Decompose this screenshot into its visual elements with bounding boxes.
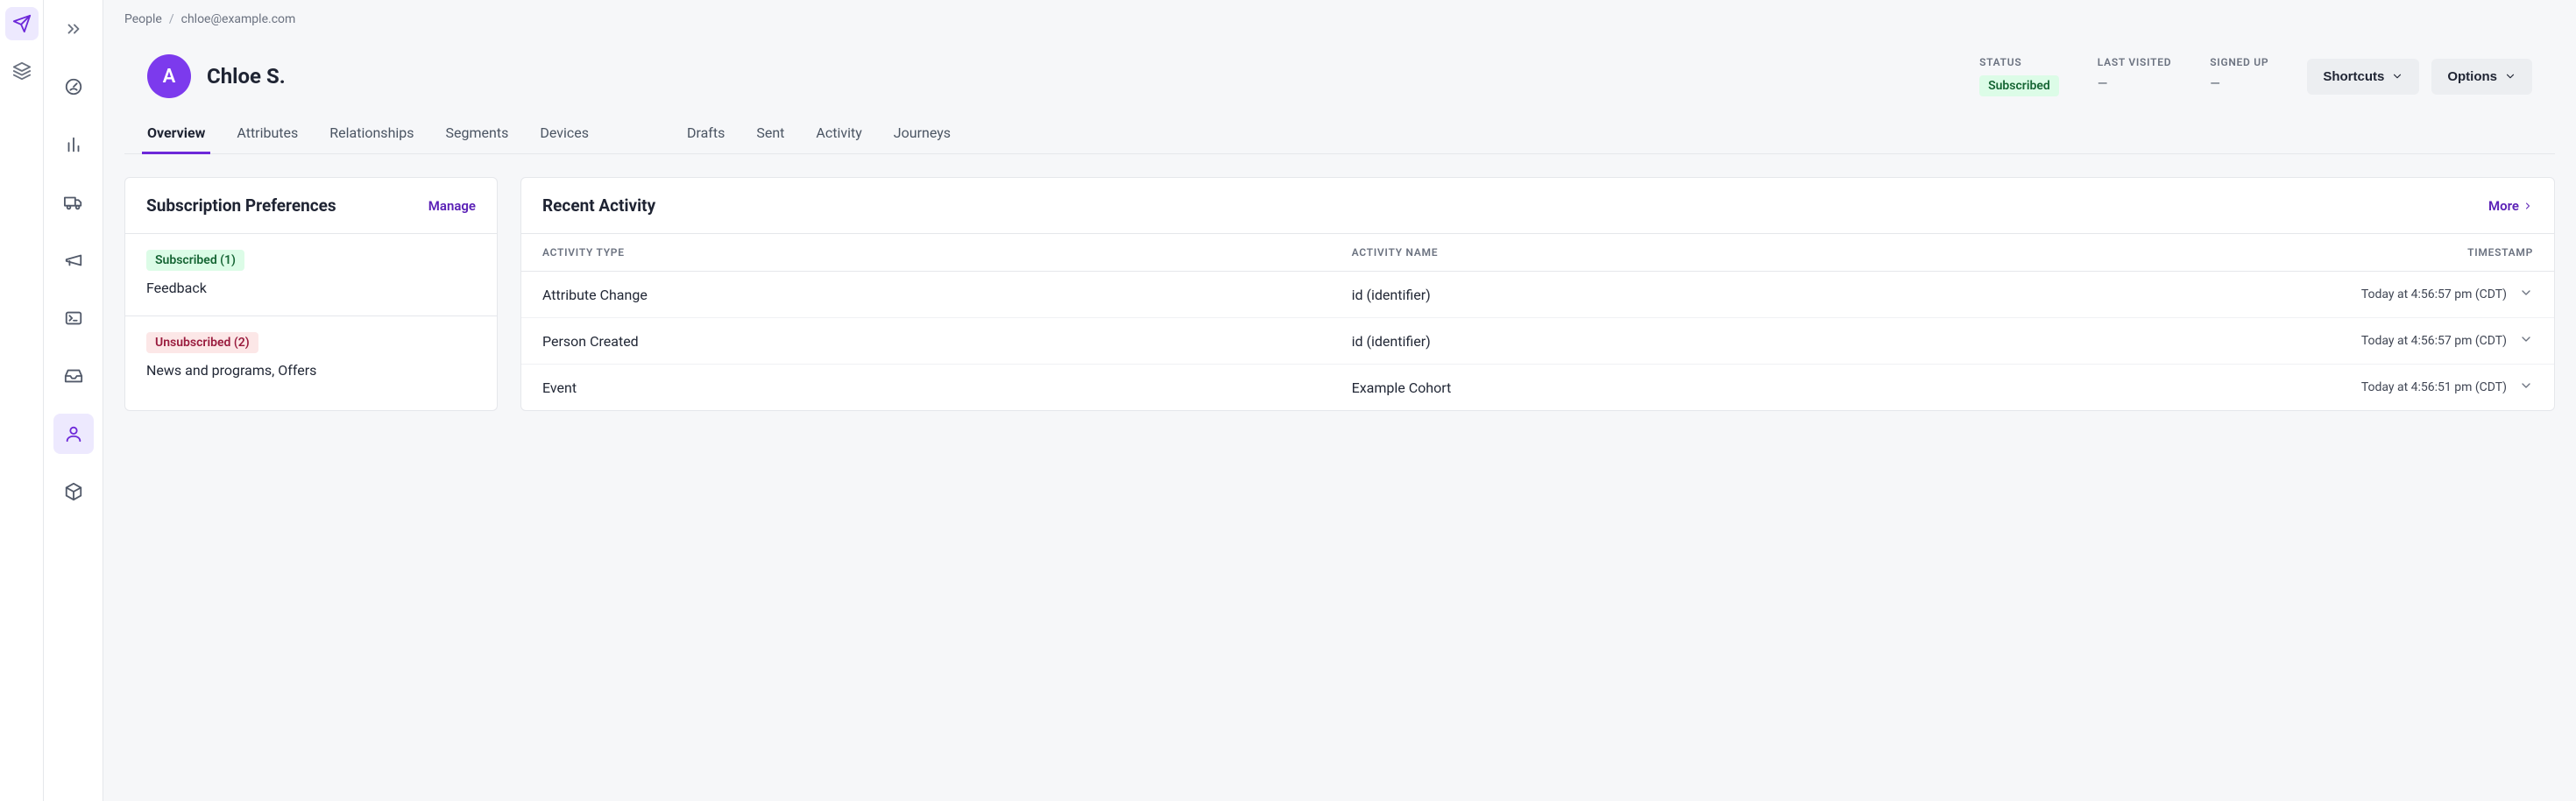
nav-item-deliveries[interactable] xyxy=(53,182,94,223)
avatar: A xyxy=(147,54,191,98)
breadcrumb-current[interactable]: chloe@example.com xyxy=(181,12,296,26)
tabs: Overview Attributes Relationships Segmen… xyxy=(124,105,2555,154)
tab-overview[interactable]: Overview xyxy=(147,124,205,153)
tab-attributes[interactable]: Attributes xyxy=(237,124,298,153)
truck-icon xyxy=(64,193,83,212)
gauge-icon xyxy=(64,77,83,96)
bar-chart-icon xyxy=(64,135,83,154)
chevron-down-icon xyxy=(2519,379,2533,393)
activity-title: Recent Activity xyxy=(542,195,655,216)
main-area: People / chloe@example.com A Chloe S. ST… xyxy=(103,0,2576,801)
cell-type: Attribute Change xyxy=(542,287,1352,303)
breadcrumb-separator: / xyxy=(169,12,174,26)
options-button[interactable]: Options xyxy=(2431,59,2532,95)
user-icon xyxy=(64,424,83,443)
layers-icon xyxy=(12,61,32,81)
chevron-down-icon xyxy=(2504,70,2516,82)
tab-drafts[interactable]: Drafts xyxy=(687,124,725,153)
nav-item-terminal[interactable] xyxy=(53,298,94,338)
nav-item-broadcasts[interactable] xyxy=(53,240,94,280)
tab-sent[interactable]: Sent xyxy=(756,124,784,153)
cell-type: Person Created xyxy=(542,333,1352,350)
person-name: Chloe S. xyxy=(207,64,286,89)
col-timestamp: TIMESTAMP xyxy=(2323,246,2533,259)
subscription-title: Subscription Preferences xyxy=(146,195,336,216)
nav-item-content[interactable] xyxy=(53,471,94,512)
more-link-label: More xyxy=(2488,198,2519,214)
tab-journeys[interactable]: Journeys xyxy=(894,124,951,153)
meta-label-signed-up: SIGNED UP xyxy=(2210,56,2268,68)
breadcrumb: People / chloe@example.com xyxy=(103,0,2576,32)
chevron-down-icon xyxy=(2519,286,2533,300)
cell-timestamp: Today at 4:56:57 pm (CDT) xyxy=(2361,287,2507,301)
col-activity-name: ACTIVITY NAME xyxy=(1352,246,2323,259)
cell-timestamp: Today at 4:56:51 pm (CDT) xyxy=(2361,380,2507,394)
cell-timestamp: Today at 4:56:57 pm (CDT) xyxy=(2361,334,2507,348)
shortcuts-button[interactable]: Shortcuts xyxy=(2307,59,2419,95)
unsubscribed-items: News and programs, Offers xyxy=(146,362,476,379)
rail-item-send[interactable] xyxy=(5,7,39,40)
status-badge: Subscribed xyxy=(1979,75,2059,96)
chevron-down-icon xyxy=(2519,332,2533,346)
subscription-panel: Subscription Preferences Manage Subscrib… xyxy=(124,177,498,411)
expand-row-button[interactable] xyxy=(2519,286,2533,303)
terminal-icon xyxy=(64,308,83,328)
activity-row[interactable]: Attribute Change id (identifier) Today a… xyxy=(521,272,2554,318)
options-button-label: Options xyxy=(2447,69,2497,84)
cube-icon xyxy=(64,482,83,501)
shortcuts-button-label: Shortcuts xyxy=(2323,69,2384,84)
nav-item-inbox[interactable] xyxy=(53,356,94,396)
breadcrumb-root[interactable]: People xyxy=(124,12,162,26)
subscribed-badge: Subscribed (1) xyxy=(146,250,244,271)
expand-sidebar-button[interactable] xyxy=(53,9,94,49)
activity-panel: Recent Activity More ACTIVITY TYPE ACTIV… xyxy=(520,177,2555,411)
megaphone-icon xyxy=(64,251,83,270)
rail-item-layers[interactable] xyxy=(5,54,39,88)
chevron-down-icon xyxy=(2391,70,2403,82)
tab-devices[interactable]: Devices xyxy=(540,124,589,153)
col-activity-type: ACTIVITY TYPE xyxy=(542,246,1352,259)
nav-item-people[interactable] xyxy=(53,414,94,454)
manage-link[interactable]: Manage xyxy=(428,198,476,214)
nav-item-analytics[interactable] xyxy=(53,124,94,165)
expand-row-button[interactable] xyxy=(2519,332,2533,350)
cell-name: id (identifier) xyxy=(1352,333,2323,350)
chevron-right-icon xyxy=(2523,201,2533,211)
more-link[interactable]: More xyxy=(2488,198,2533,214)
nav-item-dashboard[interactable] xyxy=(53,67,94,107)
meta-value-last-visited: — xyxy=(2098,75,2171,91)
paper-plane-icon xyxy=(12,14,32,33)
tab-relationships[interactable]: Relationships xyxy=(329,124,414,153)
person-meta: STATUS Subscribed LAST VISITED — SIGNED … xyxy=(1979,56,2268,96)
meta-label-status: STATUS xyxy=(1979,56,2059,68)
meta-label-last-visited: LAST VISITED xyxy=(2098,56,2171,68)
meta-value-signed-up: — xyxy=(2210,75,2268,91)
chevron-double-right-icon xyxy=(64,19,83,39)
expand-row-button[interactable] xyxy=(2519,379,2533,396)
workspace-rail xyxy=(0,0,44,801)
person-header: A Chloe S. STATUS Subscribed LAST VISITE… xyxy=(124,39,2555,105)
cell-name: Example Cohort xyxy=(1352,379,2323,396)
cell-type: Event xyxy=(542,379,1352,396)
cell-name: id (identifier) xyxy=(1352,287,2323,303)
tab-segments[interactable]: Segments xyxy=(446,124,509,153)
unsubscribed-badge: Unsubscribed (2) xyxy=(146,332,258,353)
subscribed-items: Feedback xyxy=(146,280,476,296)
nav-rail xyxy=(44,0,103,801)
activity-row[interactable]: Event Example Cohort Today at 4:56:51 pm… xyxy=(521,365,2554,410)
tab-activity[interactable]: Activity xyxy=(816,124,861,153)
inbox-icon xyxy=(64,366,83,386)
activity-row[interactable]: Person Created id (identifier) Today at … xyxy=(521,318,2554,365)
